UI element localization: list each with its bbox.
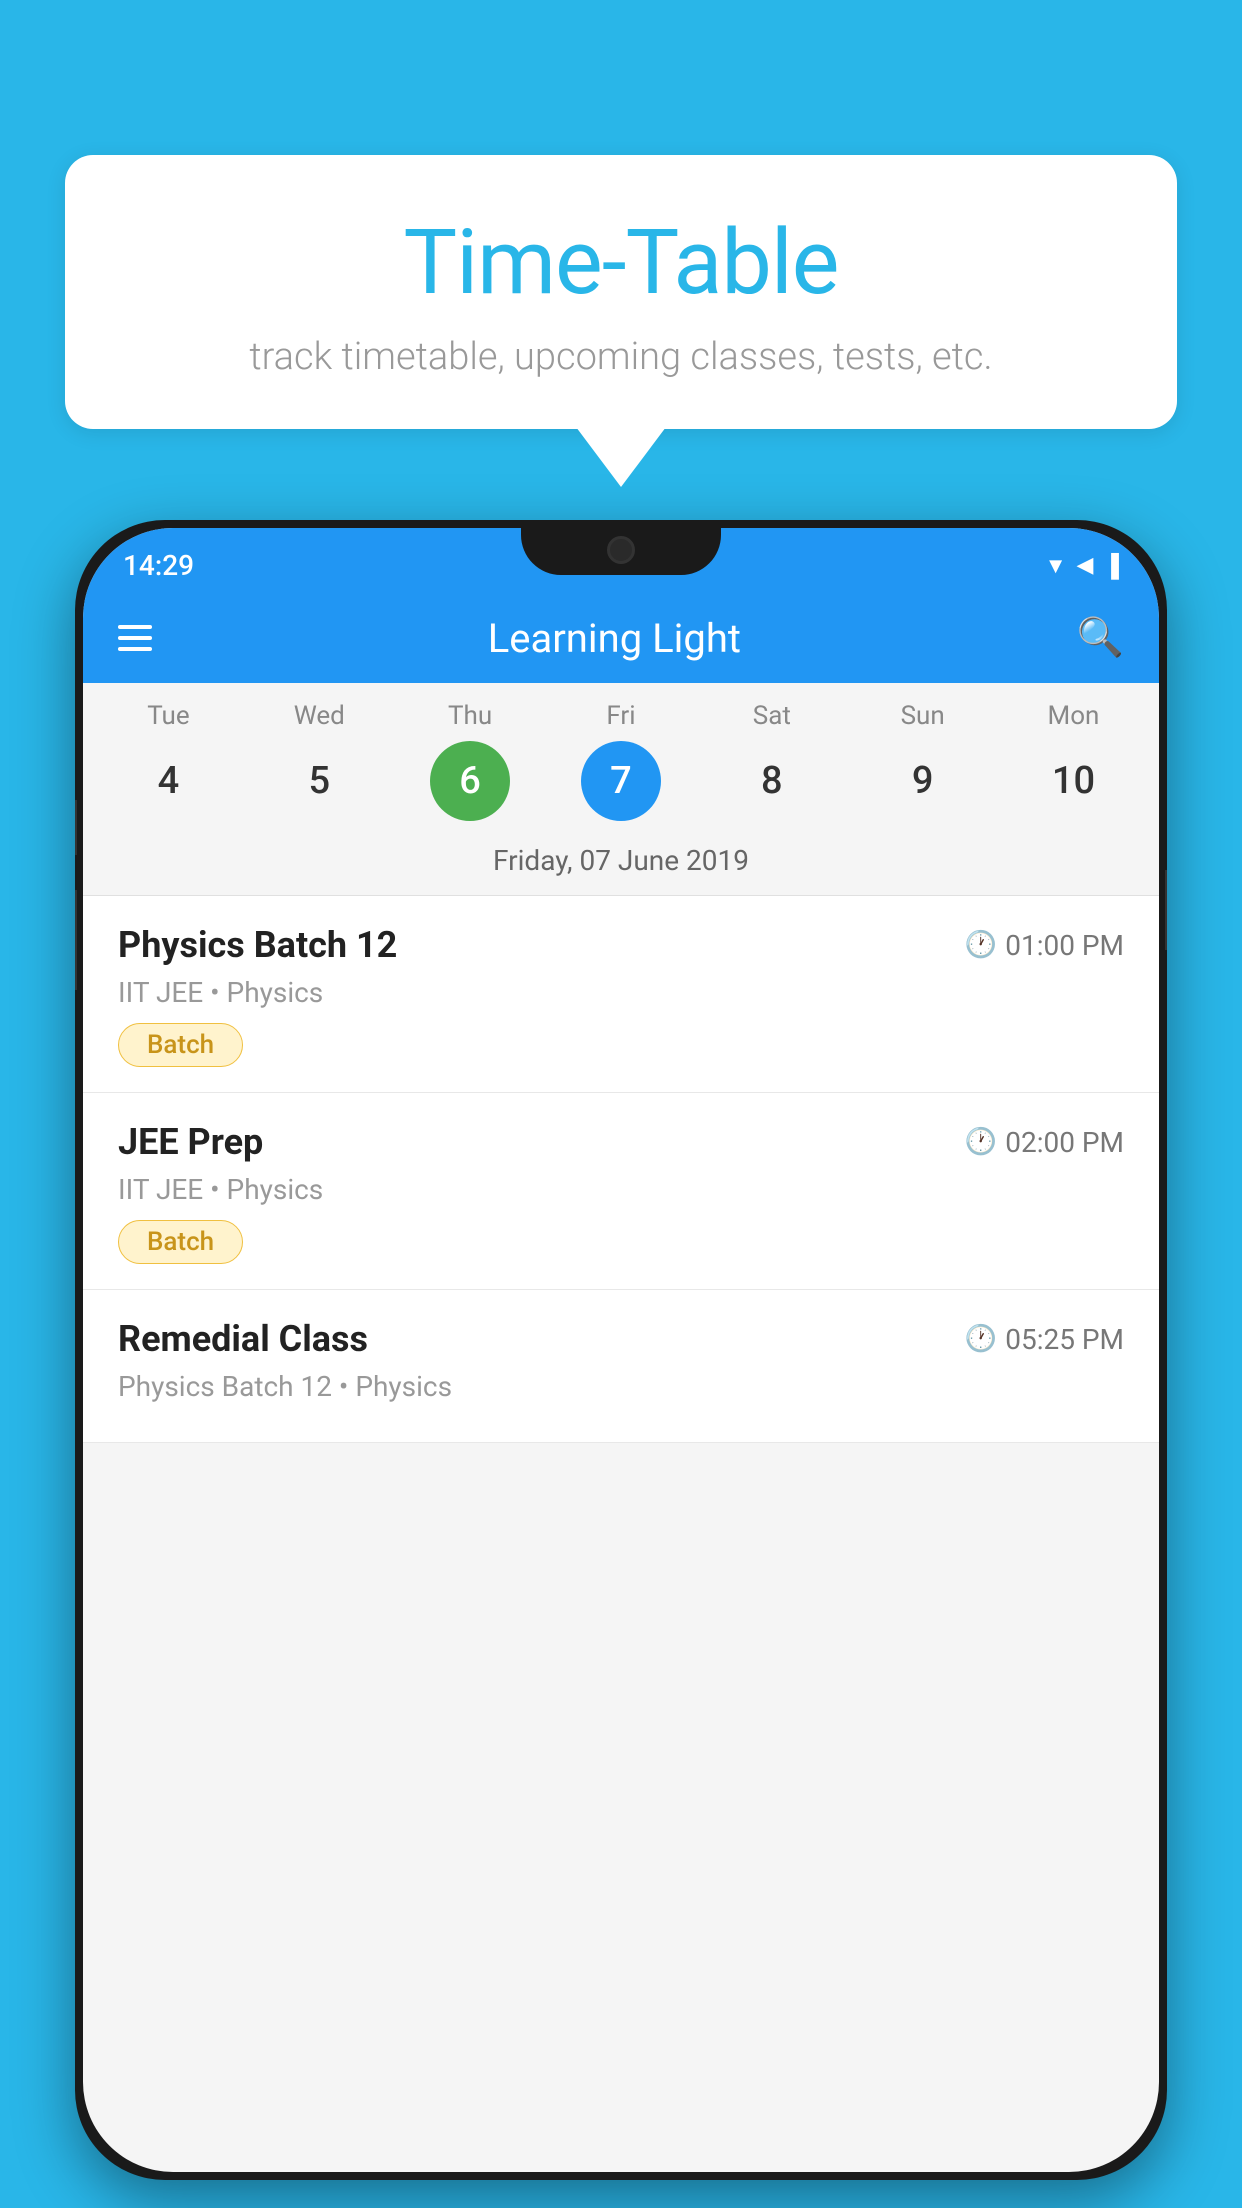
schedule-item-2[interactable]: JEE Prep 🕐 02:00 PM IIT JEE • Physics Ba… [83, 1093, 1159, 1290]
schedule-item-name-1: Physics Batch 12 [118, 924, 397, 966]
phone-volume-up-button [75, 800, 77, 855]
clock-icon-1: 🕐 [965, 930, 997, 960]
schedule-item-3[interactable]: Remedial Class 🕐 05:25 PM Physics Batch … [83, 1290, 1159, 1443]
clock-icon-3: 🕐 [965, 1324, 997, 1354]
speech-bubble: Time-Table track timetable, upcoming cla… [65, 155, 1177, 429]
schedule-item-time-2: 🕐 02:00 PM [965, 1126, 1124, 1159]
schedule-item-subtitle-2: IIT JEE • Physics [118, 1173, 1124, 1206]
status-time: 14:29 [123, 549, 194, 582]
day-number-10[interactable]: 10 [1033, 741, 1113, 821]
speech-bubble-arrow [576, 427, 666, 487]
header-title: Learning Light [488, 615, 741, 662]
day-number-5[interactable]: 5 [279, 741, 359, 821]
schedule-item-name-2: JEE Prep [118, 1121, 263, 1163]
selected-date: Friday, 07 June 2019 [83, 836, 1159, 895]
batch-tag-1: Batch [118, 1023, 243, 1067]
signal-icon: ◀ [1076, 553, 1093, 578]
day-number-6[interactable]: 6 [430, 741, 510, 821]
schedule-item-time-3: 🕐 05:25 PM [965, 1323, 1124, 1356]
wifi-icon: ▼ [1045, 553, 1067, 579]
schedule-item-name-3: Remedial Class [118, 1318, 368, 1360]
app-header: Learning Light 🔍 [83, 593, 1159, 683]
app-subtitle: track timetable, upcoming classes, tests… [125, 335, 1117, 379]
day-number-9[interactable]: 9 [883, 741, 963, 821]
schedule-list: Physics Batch 12 🕐 01:00 PM IIT JEE • Ph… [83, 896, 1159, 1443]
status-icons: ▼ ◀ ▐ [1045, 553, 1119, 579]
phone-container: 14:29 ▼ ◀ ▐ Learning Light 🔍 [75, 520, 1167, 2180]
calendar-strip: Tue Wed Thu Fri Sat Sun Mon 4 5 6 7 8 9 … [83, 683, 1159, 896]
day-label-thu: Thu [430, 701, 510, 731]
search-icon[interactable]: 🔍 [1077, 616, 1124, 660]
day-number-7[interactable]: 7 [581, 741, 661, 821]
batch-tag-2: Batch [118, 1220, 243, 1264]
day-label-sun: Sun [883, 701, 963, 731]
day-label-mon: Mon [1033, 701, 1113, 731]
phone-power-button [1165, 870, 1167, 950]
schedule-item-subtitle-1: IIT JEE • Physics [118, 976, 1124, 1009]
schedule-item-subtitle-3: Physics Batch 12 • Physics [118, 1370, 1124, 1403]
speech-bubble-container: Time-Table track timetable, upcoming cla… [65, 155, 1177, 487]
phone-camera [607, 536, 635, 564]
day-label-fri: Fri [581, 701, 661, 731]
phone-screen: 14:29 ▼ ◀ ▐ Learning Light 🔍 [83, 528, 1159, 2172]
day-number-4[interactable]: 4 [128, 741, 208, 821]
phone-notch [521, 520, 721, 575]
schedule-item-header-1: Physics Batch 12 🕐 01:00 PM [118, 924, 1124, 966]
phone-frame: 14:29 ▼ ◀ ▐ Learning Light 🔍 [75, 520, 1167, 2180]
day-label-wed: Wed [279, 701, 359, 731]
schedule-item-time-1: 🕐 01:00 PM [965, 929, 1124, 962]
day-headers: Tue Wed Thu Fri Sat Sun Mon [83, 683, 1159, 736]
day-label-sat: Sat [732, 701, 812, 731]
schedule-item-1[interactable]: Physics Batch 12 🕐 01:00 PM IIT JEE • Ph… [83, 896, 1159, 1093]
schedule-item-header-2: JEE Prep 🕐 02:00 PM [118, 1121, 1124, 1163]
clock-icon-2: 🕐 [965, 1127, 997, 1157]
menu-button[interactable] [118, 625, 152, 651]
day-numbers: 4 5 6 7 8 9 10 [83, 736, 1159, 836]
app-title: Time-Table [125, 210, 1117, 315]
day-label-tue: Tue [128, 701, 208, 731]
battery-icon: ▐ [1103, 553, 1119, 579]
schedule-item-header-3: Remedial Class 🕐 05:25 PM [118, 1318, 1124, 1360]
day-number-8[interactable]: 8 [732, 741, 812, 821]
phone-volume-down-button [75, 890, 77, 990]
